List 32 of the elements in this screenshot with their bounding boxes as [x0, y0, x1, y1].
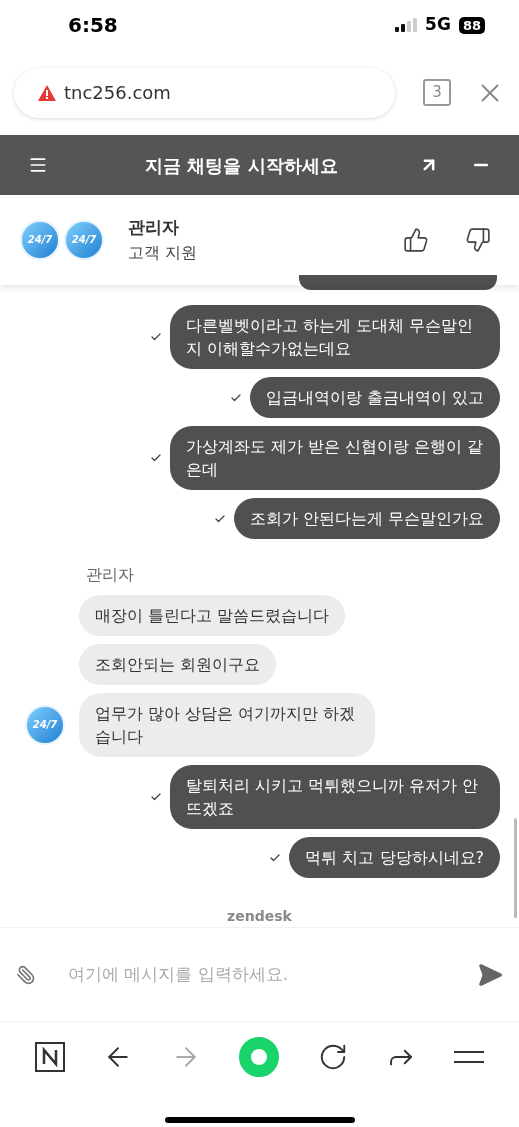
sent-message: 다른벨벳이라고 하는게 도대체 무슨말인지 이해할수가없는데요: [170, 305, 500, 369]
received-message: 매장이 틀린다고 말씀드렸습니다: [79, 595, 346, 636]
received-message: 업무가 많아 상담은 여기까지만 하겠습니다: [79, 693, 375, 757]
avatar-label: 24/7: [71, 235, 97, 245]
thumbs-down-icon[interactable]: [465, 227, 491, 253]
agent-name: 관리자: [128, 216, 180, 240]
tab-count-button[interactable]: 3: [423, 79, 451, 106]
sent-message: 가상계좌도 제가 받은 신협이랑 은행이 같은데: [170, 426, 500, 490]
n-icon[interactable]: [35, 1042, 66, 1072]
zendesk-brand[interactable]: zendesk: [227, 906, 292, 927]
url-text: tnc256.com: [64, 81, 171, 105]
sent-message: 조회가 안된다는게 무슨말인가요: [233, 498, 500, 539]
battery-indicator: 88: [458, 16, 485, 34]
signal-icon: [395, 18, 418, 32]
menu-icon[interactable]: [28, 155, 48, 175]
avatar-label: 24/7: [32, 720, 58, 730]
avatar-label: 24/7: [27, 235, 53, 245]
address-bar[interactable]: tnc256.com: [14, 67, 395, 118]
received-message: 조회안되는 회원이구요: [79, 644, 277, 685]
menu-icon[interactable]: [453, 1050, 484, 1064]
status-time: 6:58: [68, 12, 118, 39]
agent-role: 고객 지원: [128, 241, 199, 264]
sent-message: 입금내역이랑 출금내역이 있고: [249, 377, 500, 418]
network-label: 5G: [425, 13, 451, 37]
thumbs-up-icon[interactable]: [403, 227, 429, 253]
sender-name: 관리자: [86, 565, 134, 584]
send-icon[interactable]: [477, 961, 503, 988]
chat-title: 지금 채팅을 시작하세요: [144, 153, 339, 178]
sent-message: 탈퇴처리 시키고 먹튀했으니까 유저가 안뜨겠죠: [170, 765, 500, 829]
attach-icon[interactable]: [16, 964, 36, 985]
sent-message: 먹튀 치고 당당하시네요?: [289, 837, 500, 878]
message-input[interactable]: 여기에 메시지를 입력하세요.: [68, 961, 461, 988]
